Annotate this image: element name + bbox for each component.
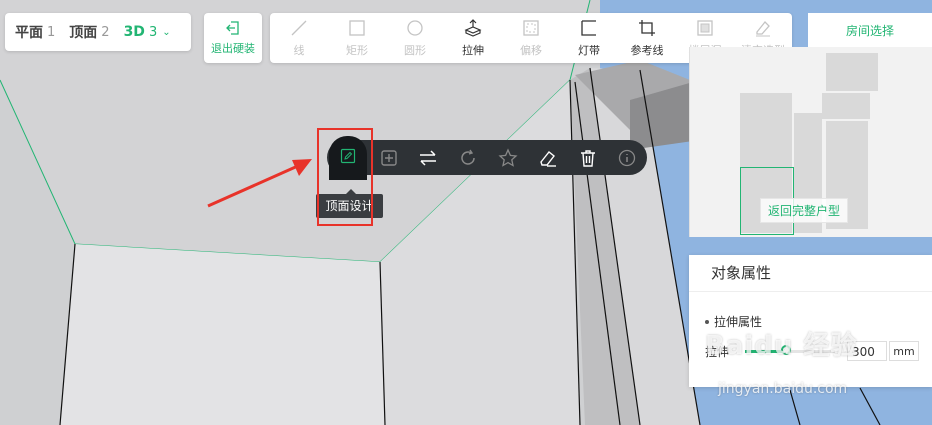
view-ceiling-shortcut: 2 — [101, 24, 110, 40]
eraser-icon[interactable] — [538, 148, 558, 168]
tool-circle-label: 圆形 — [404, 43, 426, 57]
view-plan-label: 平面 — [15, 25, 43, 41]
tool-light-strip-label: 灯带 — [578, 43, 600, 57]
tool-rectangle-label: 矩形 — [346, 43, 368, 57]
room-select-button[interactable]: 房间选择 — [808, 13, 932, 47]
return-full-floorplan-button[interactable]: 返回完整户型 — [760, 198, 849, 223]
object-properties-panel: 对象属性 拉伸属性 拉伸 300 mm — [689, 255, 932, 387]
watermark-url: jingyan.baidu.com — [718, 381, 848, 397]
exit-icon — [226, 21, 239, 35]
floor-hole-icon — [697, 19, 713, 36]
annotation-highlight-box — [317, 128, 373, 226]
watermark: Baidu 经验 — [705, 331, 858, 361]
minimap-room — [826, 53, 878, 91]
tool-light-strip[interactable]: 灯带 — [561, 19, 617, 58]
rotate-icon[interactable] — [458, 148, 478, 168]
tool-circle[interactable]: 圆形 — [387, 19, 443, 58]
annotation-arrow — [207, 159, 312, 208]
tool-reference-line-label: 参考线 — [630, 43, 664, 57]
view-plan-shortcut: 1 — [47, 24, 56, 40]
offset-icon — [523, 19, 539, 36]
view-3d-button[interactable]: 3D 3 ⌄ — [124, 24, 171, 40]
unit-selector[interactable]: mm — [889, 341, 919, 361]
trash-icon[interactable] — [578, 148, 598, 168]
exit-hard-decoration-button[interactable]: 退出硬装 — [204, 13, 262, 63]
circle-icon — [407, 19, 423, 36]
reference-line-icon — [639, 19, 655, 36]
view-3d-shortcut: 3 — [148, 24, 158, 40]
minimap-room — [822, 93, 870, 119]
view-3d-label: 3D — [123, 24, 145, 40]
tool-line-label: 线 — [293, 43, 305, 57]
light-strip-icon — [581, 19, 596, 36]
view-mode-switch: 平面 1 顶面 2 3D 3 ⌄ — [5, 13, 191, 51]
add-icon[interactable] — [379, 148, 399, 168]
rectangle-icon — [349, 19, 365, 36]
context-toolbar — [327, 140, 647, 175]
view-ceiling-button[interactable]: 顶面 2 — [69, 22, 109, 42]
info-icon[interactable] — [617, 148, 637, 168]
star-icon[interactable] — [498, 148, 518, 168]
floorplan-minimap[interactable]: 返回完整户型 — [689, 47, 932, 237]
exit-label: 退出硬装 — [211, 42, 255, 55]
return-label: 返回完整户型 — [768, 204, 841, 218]
tool-offset[interactable]: 偏移 — [503, 19, 559, 58]
tool-extrude-label: 拉伸 — [462, 43, 484, 57]
clear-shape-icon — [756, 20, 770, 36]
room-select-label: 房间选择 — [845, 23, 894, 38]
properties-title: 对象属性 — [689, 255, 932, 292]
view-ceiling-label: 顶面 — [69, 25, 98, 41]
extrude-icon — [464, 18, 482, 37]
tool-line[interactable]: 线 — [271, 19, 327, 58]
tool-extrude[interactable]: 拉伸 — [445, 18, 501, 58]
tool-rectangle[interactable]: 矩形 — [329, 19, 385, 58]
tool-offset-label: 偏移 — [520, 43, 542, 57]
bullet-icon — [705, 319, 709, 324]
tool-reference-line[interactable]: 参考线 — [619, 19, 675, 58]
chevron-down-icon: ⌄ — [162, 26, 171, 38]
view-plan-button[interactable]: 平面 1 — [15, 22, 55, 42]
line-icon — [291, 20, 307, 35]
swap-icon[interactable] — [418, 148, 438, 168]
